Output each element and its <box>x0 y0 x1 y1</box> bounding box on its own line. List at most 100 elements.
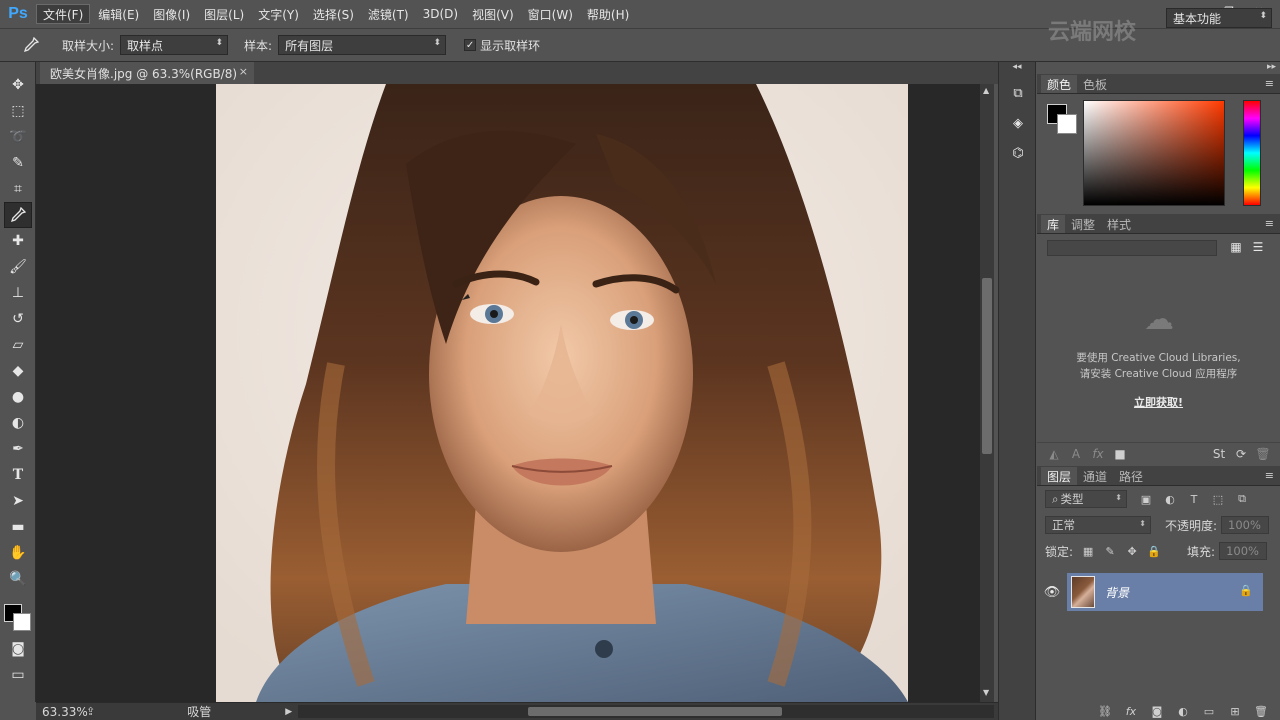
collapse-panels-icon[interactable]: ▸▸ <box>1267 62 1276 74</box>
lock-all-icon[interactable]: 🔒 <box>1145 542 1163 560</box>
menu-select[interactable]: 选择(S) <box>307 4 360 24</box>
tab-layers[interactable]: 图层 <box>1041 467 1078 485</box>
sync-icon[interactable]: ⟳ <box>1230 445 1252 463</box>
get-now-link[interactable]: 立即获取! <box>1037 394 1280 410</box>
eye-icon[interactable]: 👁 <box>1037 572 1067 612</box>
add-layer-style-icon[interactable]: fx <box>1087 445 1109 463</box>
eraser-tool-icon[interactable]: ▱ <box>4 332 32 358</box>
menu-window[interactable]: 窗口(W) <box>522 4 579 24</box>
menu-filter[interactable]: 滤镜(T) <box>362 4 415 24</box>
screen-mode-icon[interactable]: ▭ <box>4 662 32 688</box>
menu-edit[interactable]: 编辑(E) <box>92 4 145 24</box>
horizontal-scrollbar[interactable] <box>298 705 994 718</box>
zoom-tool-icon[interactable]: 🔍 <box>4 566 32 592</box>
adjustment-filter-icon[interactable]: ◐ <box>1161 490 1179 508</box>
document-tab[interactable]: 欧美女肖像.jpg @ 63.3%(RGB/8) × <box>40 62 254 84</box>
menu-help[interactable]: 帮助(H) <box>581 4 635 24</box>
tab-styles[interactable]: 样式 <box>1101 215 1137 233</box>
zoom-readout[interactable]: 63.33% <box>36 705 88 719</box>
opacity-input[interactable]: 100% <box>1221 516 1270 534</box>
blend-mode-select[interactable]: 正常 ⬍ <box>1045 516 1151 534</box>
tab-paths[interactable]: 路径 <box>1113 467 1149 485</box>
blur-tool-icon[interactable]: ● <box>4 384 32 410</box>
marquee-tool-icon[interactable]: ⬚ <box>4 98 32 124</box>
stock-icon[interactable]: St <box>1208 445 1230 463</box>
canvas-image[interactable] <box>216 84 908 702</box>
close-icon[interactable]: × <box>239 65 248 78</box>
tab-channels[interactable]: 通道 <box>1077 467 1113 485</box>
horizontal-scroll-thumb[interactable] <box>528 707 782 716</box>
background-color-swatch[interactable] <box>1057 114 1077 134</box>
lock-position-icon[interactable]: ✥ <box>1123 542 1141 560</box>
quick-select-tool-icon[interactable]: ✎ <box>4 150 32 176</box>
color-picker-field[interactable] <box>1083 100 1225 206</box>
link-layers-icon[interactable]: ⛓ <box>1096 703 1114 719</box>
collapse-dock-icon[interactable]: ◂◂ <box>999 62 1035 76</box>
new-group-icon[interactable]: ▭ <box>1200 703 1218 719</box>
add-graphic-icon[interactable]: ◭ <box>1043 445 1065 463</box>
move-tool-icon[interactable]: ✥ <box>4 72 32 98</box>
history-brush-tool-icon[interactable]: ↺ <box>4 306 32 332</box>
workspace-select[interactable]: 基本功能 ⬍ <box>1166 8 1272 28</box>
menu-view[interactable]: 视图(V) <box>466 4 520 24</box>
lasso-tool-icon[interactable]: ➰ <box>4 124 32 150</box>
sample-select[interactable]: 所有图层 ⬍ <box>278 35 447 55</box>
background-color-swatch[interactable] <box>13 613 31 631</box>
crop-tool-icon[interactable]: ⌗ <box>4 176 32 202</box>
clone-stamp-tool-icon[interactable]: ⊥ <box>4 280 32 306</box>
tab-swatches[interactable]: 色板 <box>1077 75 1113 93</box>
new-adjustment-icon[interactable]: ◐ <box>1174 703 1192 719</box>
dodge-tool-icon[interactable]: ◐ <box>4 410 32 436</box>
layer-name[interactable]: 背景 <box>1105 584 1129 601</box>
rectangle-tool-icon[interactable]: ▬ <box>4 514 32 540</box>
add-color-icon[interactable]: ■ <box>1109 445 1131 463</box>
filter-kind-select[interactable]: ⌕ 类型 ⬍ <box>1045 490 1127 508</box>
brush-tool-icon[interactable]: 🖌 <box>4 254 32 280</box>
properties-panel-icon[interactable]: ⌬ <box>1004 140 1032 166</box>
share-icon[interactable]: ⇪ <box>86 705 95 718</box>
smart-object-filter-icon[interactable]: ⧉ <box>1233 490 1251 508</box>
add-mask-icon[interactable]: ◙ <box>1148 703 1166 719</box>
menu-3d[interactable]: 3D(D) <box>417 4 464 24</box>
hue-slider[interactable] <box>1243 100 1261 206</box>
eyedropper-tool-icon[interactable] <box>4 202 32 228</box>
sample-size-select[interactable]: 取样点 ⬍ <box>120 35 229 55</box>
layer-style-icon[interactable]: fx <box>1122 703 1140 719</box>
layer-row[interactable]: 👁 背景 🔒 <box>1037 572 1280 612</box>
list-view-icon[interactable]: ☰ <box>1249 238 1267 256</box>
path-selection-tool-icon[interactable]: ➤ <box>4 488 32 514</box>
menu-image[interactable]: 图像(I) <box>147 4 196 24</box>
type-filter-icon[interactable]: T <box>1185 490 1203 508</box>
fill-input[interactable]: 100% <box>1219 542 1268 560</box>
menu-file[interactable]: 文件(F) <box>36 4 91 24</box>
tab-adjustments[interactable]: 调整 <box>1065 215 1101 233</box>
pixel-filter-icon[interactable]: ▣ <box>1137 490 1155 508</box>
menu-type[interactable]: 文字(Y) <box>252 4 305 24</box>
lock-transparency-icon[interactable]: ▦ <box>1079 542 1097 560</box>
layer-item-background[interactable]: 背景 🔒 <box>1067 573 1263 611</box>
delete-layer-icon[interactable]: 🗑 <box>1252 703 1270 719</box>
scroll-down-icon[interactable]: ▼ <box>983 688 989 697</box>
panel-menu-icon[interactable]: ≡ <box>1265 217 1274 230</box>
hand-tool-icon[interactable]: ✋ <box>4 540 32 566</box>
tab-color[interactable]: 颜色 <box>1041 75 1078 93</box>
add-text-style-icon[interactable]: A <box>1065 445 1087 463</box>
grid-view-icon[interactable]: ▦ <box>1227 238 1245 256</box>
panel-menu-icon[interactable]: ≡ <box>1265 469 1274 482</box>
show-ring-checkbox[interactable]: ✓ <box>464 39 477 51</box>
pen-tool-icon[interactable]: ✒ <box>4 436 32 462</box>
library-select[interactable] <box>1047 240 1217 256</box>
menu-layer[interactable]: 图层(L) <box>198 4 250 24</box>
quick-mask-icon[interactable]: ◙ <box>4 636 32 662</box>
shape-filter-icon[interactable]: ⬚ <box>1209 490 1227 508</box>
vertical-scroll-thumb[interactable] <box>982 278 992 454</box>
healing-brush-tool-icon[interactable]: ✚ <box>4 228 32 254</box>
paint-bucket-tool-icon[interactable]: ◆ <box>4 358 32 384</box>
scroll-up-icon[interactable]: ▲ <box>983 86 989 95</box>
history-panel-icon[interactable]: ⧉ <box>1004 80 1032 106</box>
new-layer-icon[interactable]: ⊞ <box>1226 703 1244 719</box>
type-tool-icon[interactable]: T <box>4 462 32 488</box>
expand-arrow-icon[interactable]: ▶ <box>285 707 292 717</box>
canvas-area[interactable] <box>36 84 980 702</box>
lock-pixels-icon[interactable]: ✎ <box>1101 542 1119 560</box>
